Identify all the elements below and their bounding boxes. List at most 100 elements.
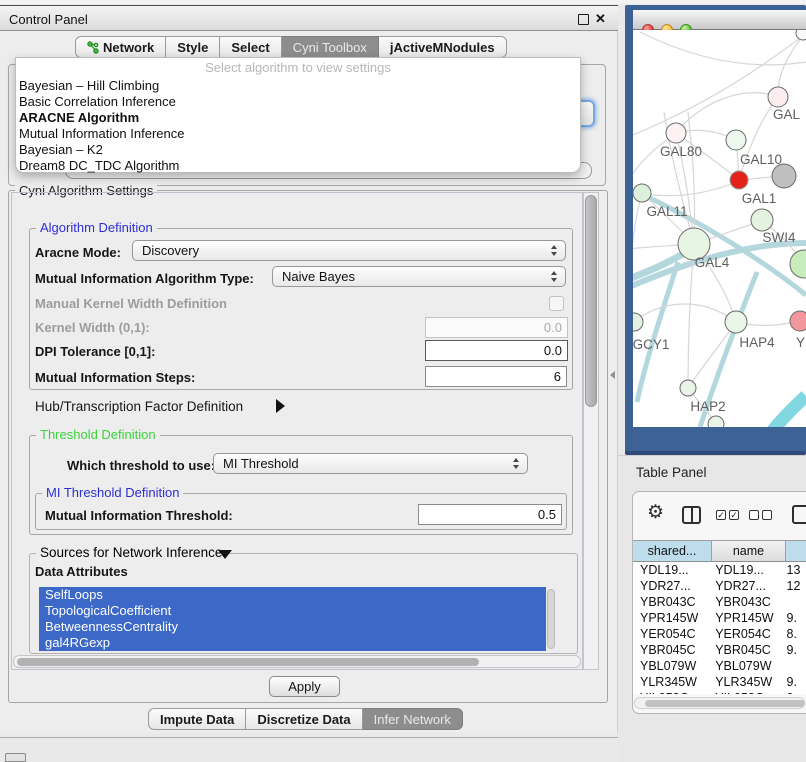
float-window-icon[interactable] [578,14,589,25]
dpi-tolerance-field[interactable] [425,340,568,361]
table-row[interactable]: YPR145WYPR145W9. [633,610,806,626]
aracne-mode-combo[interactable]: Discovery [132,240,566,261]
close-icon[interactable]: ✕ [595,11,606,27]
node-gal10[interactable] [726,130,746,150]
tab-network[interactable]: Network [75,36,166,58]
network-canvas[interactable]: GAL GAL80 GAL10 GAL1 GAL11 SWI4 GAL4 GCY… [633,30,806,427]
data-attributes-list: SelfLoops TopologicalCoefficient Between… [39,587,546,652]
algorithm-option-selected[interactable]: ARACNE Algorithm [16,110,580,126]
tab-infer-network-label: Infer Network [374,712,451,727]
algorithm-option[interactable]: Bayesian – Hill Climbing [16,78,580,94]
table-row[interactable]: YER054CYER054C8. [633,626,806,642]
node-label: GCY1 [633,337,669,352]
splitpane-collapse-arrow-icon[interactable] [610,371,615,379]
cell: YBR043C [710,594,782,610]
table-hscrollbar[interactable] [634,697,805,709]
list-item[interactable]: BetweennessCentrality [39,619,546,635]
control-panel-titlebar[interactable]: Control Panel ✕ [0,5,618,31]
settings-hscrollbar[interactable] [13,655,581,668]
node-gal11[interactable] [633,184,651,202]
tab-select-label: Select [231,40,269,55]
algorithm-option[interactable]: Basic Correlation Inference [16,94,580,110]
node-salmon[interactable] [790,311,806,331]
algorithm-option[interactable]: Bayesian – K2 [16,142,580,158]
mi-type-combo[interactable]: Naive Bayes [272,266,566,287]
minimized-panel-icon[interactable] [5,753,26,762]
kernel-width-field[interactable] [425,317,568,338]
list-item[interactable]: SelfLoops [39,587,546,603]
network-window-titlebar[interactable] [633,10,806,30]
cell: 9. [783,674,806,690]
algorithm-definition-title: Algorithm Definition [36,221,157,235]
tab-discretize-data[interactable]: Discretize Data [246,708,362,730]
collapse-arrow-icon[interactable] [218,550,232,559]
node-label: GAL [773,107,801,122]
tab-cyni-toolbox[interactable]: Cyni Toolbox [282,36,379,58]
node-gal-partial[interactable] [768,87,788,107]
cell: YDR27... [710,578,782,594]
cell: 12 [783,578,806,594]
kernel-width-label: Kernel Width (0,1): [35,321,150,335]
deselect-all-columns-icon[interactable] [749,510,772,520]
select-all-columns-icon[interactable]: ✓✓ [716,510,739,520]
mi-steps-label: Mutual Information Steps: [35,371,195,385]
sources-title[interactable]: Sources for Network Inference [36,546,226,560]
list-item[interactable]: TopologicalCoefficient [39,603,546,619]
node-partial-top[interactable] [796,30,806,40]
top-strip [0,0,806,4]
network-tab-icon [87,41,99,54]
control-panel-title: Control Panel [9,12,88,27]
list-vscrollbar-thumb[interactable] [547,589,555,649]
manual-kernel-checkbox[interactable] [549,296,564,311]
mi-steps-field[interactable] [425,366,567,387]
table-row[interactable]: YIL052CYIL052C0. [633,690,806,694]
algorithm-option[interactable]: Mutual Information Inference [16,126,580,142]
combo-spinner-icon [513,458,519,469]
apply-button-label: Apply [288,679,321,694]
tab-jactivemnodules[interactable]: jActiveMNodules [379,36,507,58]
cell: YBR045C [633,642,710,658]
algorithm-option[interactable]: Dream8 DC_TDC Algorithm [16,158,580,174]
table-row[interactable]: YDL19...YDL19...13 [633,562,806,578]
table-row[interactable]: YBR043CYBR043C [633,594,806,610]
column-header-partial[interactable] [786,540,806,562]
cyan-edge [757,396,806,427]
which-threshold-combo[interactable]: MI Threshold [213,453,528,474]
network-view[interactable]: GAL GAL80 GAL10 GAL1 GAL11 SWI4 GAL4 GCY… [633,30,806,427]
node-gal80[interactable] [666,123,686,143]
column-header-shared-name[interactable]: shared... [633,540,712,562]
table-row[interactable]: YLR345WYLR345W9. [633,674,806,690]
apply-button[interactable]: Apply [269,676,340,697]
settings-hscrollbar-thumb[interactable] [17,658,479,666]
tab-select[interactable]: Select [220,36,281,58]
node-swi4[interactable] [751,209,773,231]
cell: YDL19... [633,562,710,578]
dpi-tolerance-label: DPI Tolerance [0,1]: [35,345,155,359]
cell [783,594,806,610]
gear-icon[interactable]: ⚙ [647,503,664,523]
node-hap4[interactable] [725,311,747,333]
partial-toolbar-icon[interactable] [792,505,806,524]
node-gal1-selected[interactable] [730,171,748,189]
list-item[interactable]: gal4RGexp [39,635,546,651]
hub-definition-label[interactable]: Hub/Transcription Factor Definition [35,400,243,414]
tab-style[interactable]: Style [166,36,220,58]
table-hscrollbar-thumb[interactable] [645,700,805,707]
expand-arrow-icon[interactable] [276,399,285,413]
table-panel-title: Table Panel [636,466,707,480]
tab-infer-network[interactable]: Infer Network [363,708,463,730]
node-partial-bottom[interactable] [708,416,724,427]
teal-edges [633,194,806,427]
node-gray[interactable] [772,164,796,188]
node-partial-right[interactable] [790,250,806,278]
split-columns-icon[interactable] [682,506,701,524]
table-row[interactable]: YBR045CYBR045C9. [633,642,806,658]
node-hap2[interactable] [680,380,696,396]
tab-impute-data[interactable]: Impute Data [148,708,246,730]
settings-vscrollbar[interactable] [583,192,599,670]
table-row[interactable]: YDR27...YDR27...12 [633,578,806,594]
column-header-name[interactable]: name [712,540,786,562]
settings-vscrollbar-thumb[interactable] [585,195,597,407]
mi-threshold-field[interactable] [418,504,562,525]
table-row[interactable]: YBL079WYBL079W [633,658,806,674]
